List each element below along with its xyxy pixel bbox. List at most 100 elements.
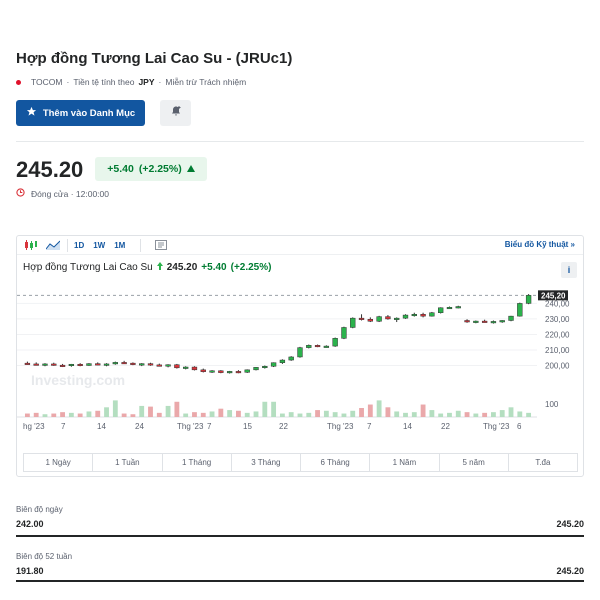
volume-bar: [227, 410, 233, 417]
candle-body: [446, 307, 453, 310]
page-title: Hợp đồng Tương Lai Cao Su - (JRUc1): [16, 50, 293, 67]
candle-body: [402, 314, 409, 319]
period-5-years[interactable]: 5 năm: [440, 454, 509, 471]
period-max[interactable]: T.đa: [509, 454, 577, 471]
market-status: Đóng cửa · 12:00:00: [16, 188, 109, 199]
range-1m[interactable]: 1M: [114, 241, 125, 250]
volume-bar: [209, 411, 215, 417]
volume-bar: [165, 405, 171, 417]
close-time: Đóng cửa · 12:00:00: [31, 188, 109, 199]
x-tick-label: Thg '23: [483, 422, 510, 431]
volume-bar: [174, 401, 180, 417]
volume-bar: [455, 410, 461, 417]
candle-body: [341, 327, 347, 339]
price-chart-widget: 1D 1W 1M Biểu đồ Kỹ thuật » Hợp đồng Tươ…: [16, 235, 584, 477]
indicators-icon[interactable]: [153, 239, 169, 251]
candle-body: [429, 312, 435, 317]
candle-body: [323, 345, 330, 348]
candle-body: [226, 371, 233, 374]
candle-body: [51, 363, 57, 366]
day-range-bar: [16, 535, 584, 537]
period-1-week[interactable]: 1 Tuần: [93, 454, 163, 471]
volume-bar: [332, 412, 338, 417]
technical-chart-link[interactable]: Biểu đồ Kỹ thuật »: [505, 240, 575, 249]
volume-bar: [262, 401, 268, 417]
period-3-months[interactable]: 3 Tháng: [232, 454, 301, 471]
bell-plus-icon: [170, 104, 182, 122]
y-tick-label: 220,00: [545, 330, 570, 339]
x-tick-label: 15: [243, 422, 252, 431]
legend-up-arrow-icon: [156, 262, 163, 273]
candle-body: [24, 362, 31, 365]
range-1w[interactable]: 1W: [93, 241, 105, 250]
volume-bar: [297, 413, 303, 417]
legend-last: 245.20: [166, 262, 198, 273]
x-tick-label: 6: [517, 422, 522, 431]
candle-body: [394, 317, 400, 320]
range-1d[interactable]: 1D: [74, 241, 84, 250]
candle-body: [376, 316, 382, 322]
candle-body: [490, 321, 497, 324]
volume-bar: [156, 412, 162, 417]
volume-bar: [403, 412, 408, 417]
currency-label: Tiền tệ tính theo: [73, 77, 135, 87]
last-price: 245.20: [16, 157, 84, 182]
week52-range-high: 245.20: [556, 566, 584, 576]
volume-bar: [200, 412, 206, 417]
candle-body: [121, 362, 127, 365]
candle-body: [183, 366, 189, 369]
x-tick-label: 7: [61, 422, 66, 431]
create-alert-button[interactable]: [160, 100, 191, 126]
volume-bar: [121, 413, 127, 417]
volume-bar: [288, 412, 294, 417]
add-to-watchlist-button[interactable]: Thêm vào Danh Mục: [16, 100, 145, 126]
section-divider: [16, 141, 584, 142]
candle-body: [350, 317, 356, 328]
volume-bar: [447, 412, 452, 417]
volume-bar: [77, 413, 83, 417]
volume-bar: [68, 412, 74, 417]
x-tick-label: 7: [367, 422, 372, 431]
x-tick-label: 7: [207, 422, 212, 431]
volume-bar: [86, 411, 92, 417]
disclaimer-link[interactable]: Miễn trừ Trách nhiệm: [165, 77, 246, 87]
x-tick-label: 22: [441, 422, 450, 431]
candle-body: [358, 317, 365, 320]
chart-info-button[interactable]: i: [561, 262, 577, 278]
week52-range-fill: [16, 580, 584, 582]
candlestick-icon[interactable]: [23, 239, 39, 251]
volume-bar: [359, 408, 364, 417]
period-1-month[interactable]: 1 Tháng: [163, 454, 232, 471]
volume-bar: [139, 405, 145, 417]
volume-bar: [236, 410, 241, 417]
candle-body: [411, 314, 417, 317]
volume-bar: [271, 401, 277, 417]
volume-bar: [24, 413, 30, 417]
area-chart-icon[interactable]: [45, 239, 61, 251]
volume-bar: [438, 413, 444, 417]
volume-bar: [367, 404, 373, 417]
week52-range-label: Biên độ 52 tuần: [16, 552, 73, 561]
candle-body: [508, 315, 514, 321]
toolbar-separator: [67, 238, 68, 252]
last-price-marker-label: 245,20: [541, 291, 566, 300]
day-range-label: Biên độ ngày: [16, 505, 63, 514]
volume-bar: [42, 414, 48, 417]
candle-body: [68, 363, 75, 366]
candle-body: [473, 320, 479, 323]
period-1-day[interactable]: 1 Ngày: [24, 454, 94, 471]
volume-bar: [420, 404, 426, 417]
period-1-year[interactable]: 1 Năm: [370, 454, 440, 471]
candle-body: [525, 295, 532, 304]
day-range-fill: [16, 535, 584, 537]
volume-bar: [112, 400, 118, 417]
volume-bar: [104, 407, 109, 417]
day-range-low: 242.00: [16, 519, 44, 529]
period-6-months[interactable]: 6 Tháng: [301, 454, 371, 471]
week52-range-low: 191.80: [16, 566, 44, 576]
candle-body: [42, 363, 48, 366]
x-tick-label: Thg '23: [327, 422, 354, 431]
volume-bar: [473, 413, 479, 417]
price-change-pct: (+2.25%): [138, 163, 182, 175]
price-change: +5.40: [107, 163, 134, 175]
